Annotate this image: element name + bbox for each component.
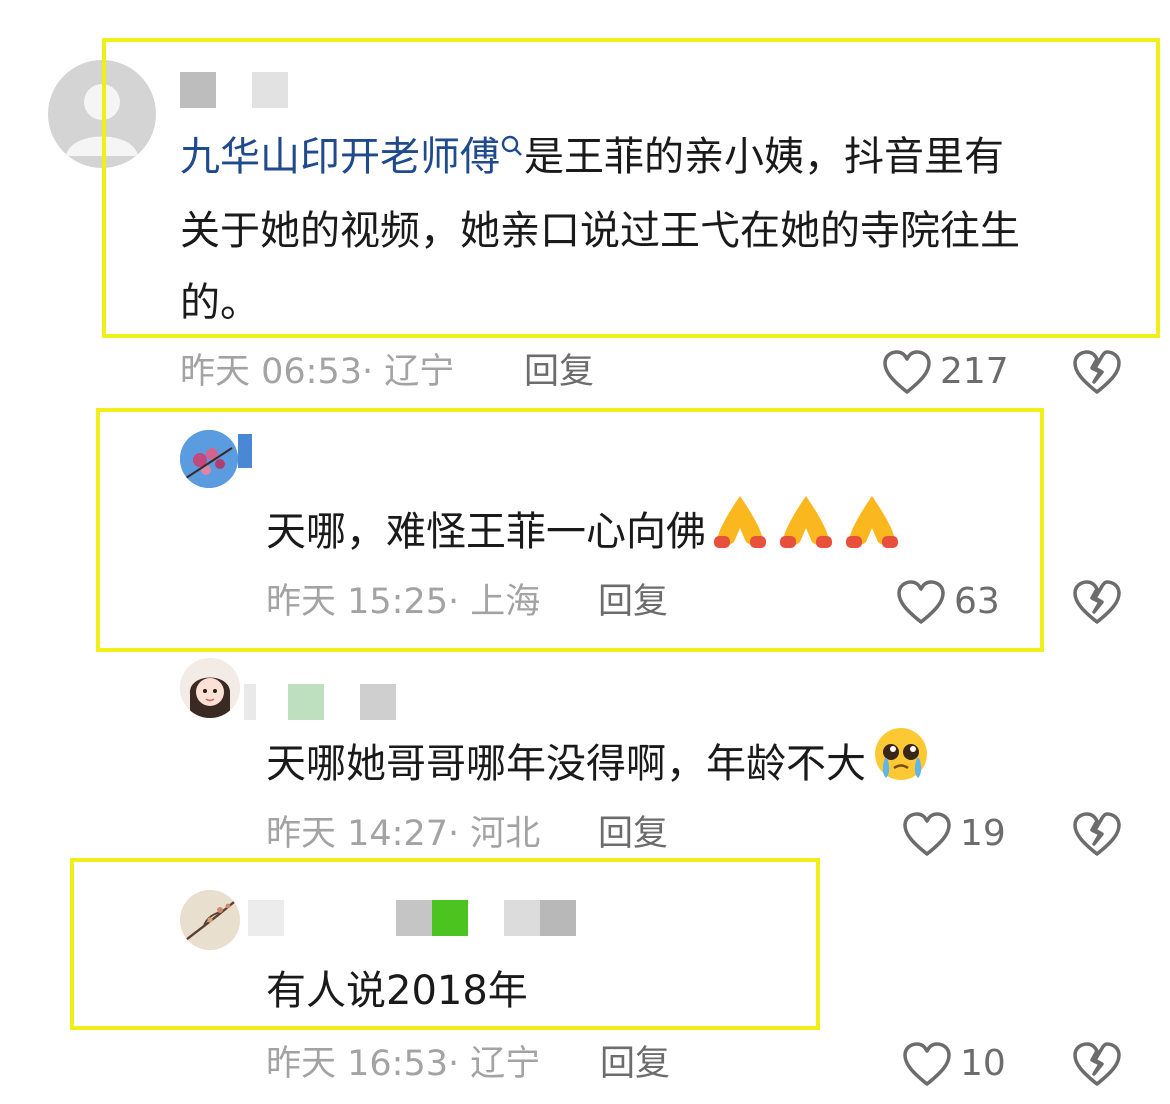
location: · 河北 bbox=[448, 814, 541, 854]
comment-text: 天哪她哥哥哪年没得啊，年龄不大 bbox=[266, 724, 932, 808]
pleading-face-emoji bbox=[870, 724, 932, 808]
broken-heart-icon[interactable] bbox=[1072, 580, 1122, 626]
username-blur bbox=[288, 684, 324, 720]
location: · 辽宁 bbox=[362, 352, 455, 392]
broken-heart-icon[interactable] bbox=[1072, 350, 1122, 396]
location: · 辽宁 bbox=[448, 1044, 541, 1084]
reply-button[interactable]: 回复 bbox=[598, 812, 668, 856]
timestamp: 昨天 06:53 bbox=[180, 352, 362, 392]
like-count: 217 bbox=[940, 351, 1009, 392]
heart-icon[interactable] bbox=[902, 812, 952, 858]
reply-button[interactable]: 回复 bbox=[600, 1042, 670, 1086]
highlight-box bbox=[70, 858, 820, 1030]
avatar[interactable] bbox=[180, 658, 240, 718]
highlight-box bbox=[102, 38, 1160, 338]
girl-avatar-image bbox=[180, 658, 240, 718]
comment-meta: 昨天 14:27· 河北 bbox=[266, 812, 540, 856]
username-blur bbox=[244, 684, 256, 720]
username-blur bbox=[360, 684, 396, 720]
broken-heart-icon[interactable] bbox=[1072, 1042, 1122, 1088]
comment-meta: 昨天 06:53· 辽宁 bbox=[180, 350, 454, 394]
heart-icon[interactable] bbox=[882, 350, 932, 396]
timestamp: 昨天 14:27 bbox=[266, 814, 448, 854]
like-count: 19 bbox=[960, 813, 1006, 854]
like-count: 10 bbox=[960, 1043, 1006, 1084]
timestamp: 昨天 16:53 bbox=[266, 1044, 448, 1084]
highlight-box bbox=[96, 408, 1044, 652]
comment-meta: 昨天 16:53· 辽宁 bbox=[266, 1042, 540, 1086]
reply-button[interactable]: 回复 bbox=[524, 350, 594, 394]
broken-heart-icon[interactable] bbox=[1072, 812, 1122, 858]
heart-icon[interactable] bbox=[902, 1042, 952, 1088]
